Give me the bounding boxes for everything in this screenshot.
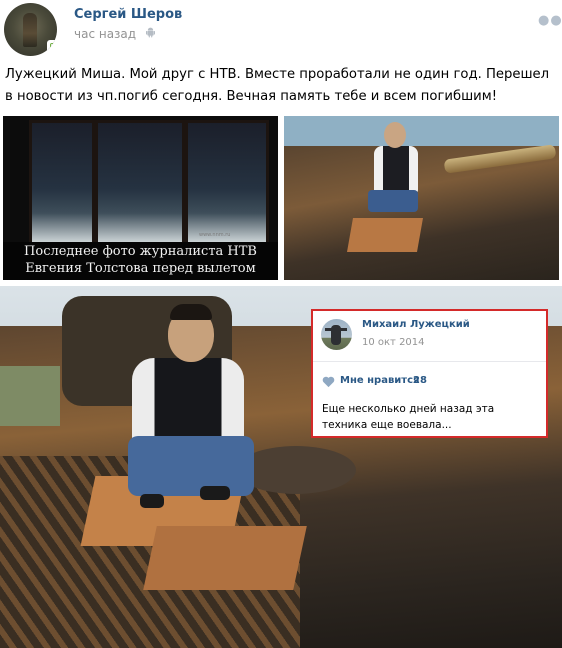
author-avatar[interactable] xyxy=(4,3,57,56)
embedded-author-name: Михаил Лужецкий xyxy=(362,319,470,330)
post-photo-3[interactable]: Михаил Лужецкий 10 окт 2014 Мне нравится… xyxy=(0,286,562,648)
photo-watermark: www.nnm.ru xyxy=(199,232,231,238)
photo-person-legs xyxy=(368,190,418,212)
photo-window-left xyxy=(29,120,95,246)
embedded-post-screenshot: Михаил Лужецкий 10 окт 2014 Мне нравится… xyxy=(311,309,548,438)
photo-caption: Последнее фото журналиста НТВ Евгения То… xyxy=(3,242,278,280)
author-name-link[interactable]: Сергей Шеров xyxy=(74,7,182,22)
embedded-post-text: Еще несколько дней назад эта техника еще… xyxy=(322,403,495,431)
photo-person-legs xyxy=(128,436,254,496)
wall-post: Сергей Шеров час назад ●●● Лужецкий Миша… xyxy=(0,0,562,648)
photo-caption-line-1: Последнее фото журналиста НТВ xyxy=(24,244,257,259)
photo-window-right xyxy=(185,120,269,246)
photo-person-body xyxy=(374,146,418,194)
post-photo-1[interactable]: www.nnm.ru Последнее фото журналиста НТВ… xyxy=(3,116,278,280)
divider xyxy=(313,361,546,362)
post-time[interactable]: час назад xyxy=(74,27,136,41)
photo-field xyxy=(0,366,60,426)
photo-armor-plate xyxy=(143,526,307,590)
embedded-author-avatar xyxy=(321,319,352,350)
like-label: Мне нравится xyxy=(340,375,420,386)
post-text: Лужецкий Миша. Мой друг с НТВ. Вместе пр… xyxy=(5,67,550,104)
photo-tank xyxy=(284,146,559,280)
photo-person-shoe xyxy=(200,486,230,500)
photo-person-shoe xyxy=(140,494,164,508)
avatar-photo-figure xyxy=(331,325,341,345)
post-photo-2[interactable] xyxy=(284,116,559,280)
photo-person-head xyxy=(384,122,406,148)
heart-icon xyxy=(322,376,335,388)
more-icon[interactable]: ●●● xyxy=(538,13,562,28)
embedded-post-date: 10 окт 2014 xyxy=(362,337,425,348)
photo-window-middle xyxy=(95,120,185,246)
online-mobile-icon xyxy=(47,40,57,56)
photo-caption-line-2: Евгения Толстова перед вылетом xyxy=(25,261,256,276)
avatar-photo-figure xyxy=(23,13,37,47)
photo-tank-hatch xyxy=(236,446,356,494)
android-icon xyxy=(146,27,155,38)
photo-person-hair xyxy=(170,304,212,320)
photo-armor-plate xyxy=(347,218,423,252)
like-count: 28 xyxy=(413,375,427,386)
